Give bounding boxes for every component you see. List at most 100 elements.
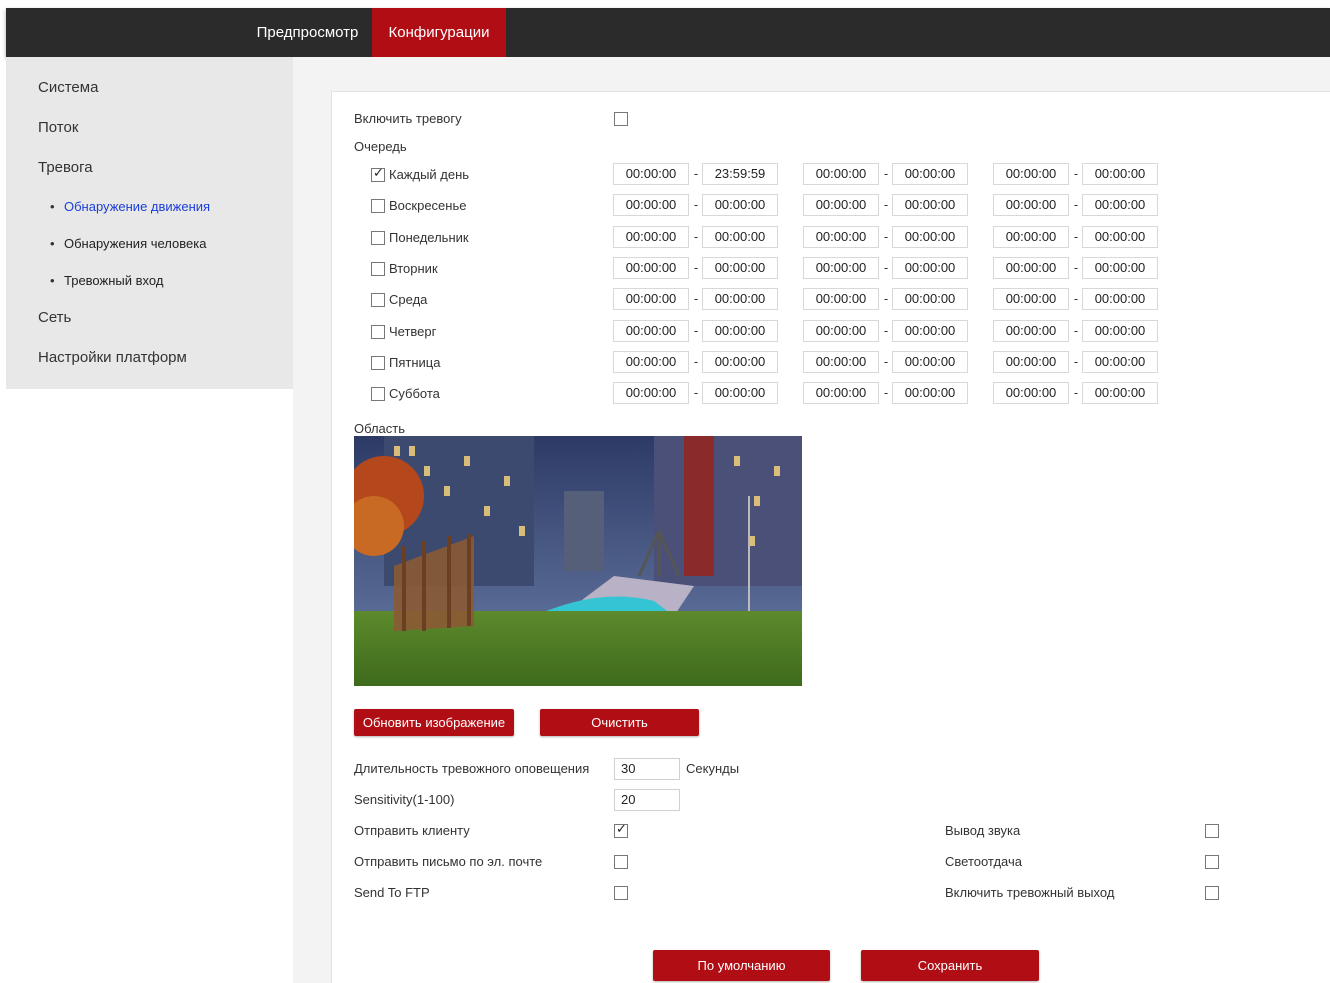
time-input[interactable]: 00:00:00 [702, 320, 778, 342]
alarm-duration-label: Длительность тревожного оповещения [354, 761, 590, 776]
time-input[interactable]: 00:00:00 [892, 194, 968, 216]
time-input[interactable]: 00:00:00 [613, 382, 689, 404]
enable-alarm-label: Включить тревогу [354, 111, 462, 126]
tab-configuration[interactable]: Конфигурации [372, 8, 506, 57]
sidebar-subitem-alarm-input[interactable]: • Тревожный вход [50, 273, 163, 288]
sidebar-subitem-motion-detection[interactable]: • Обнаружение движения [50, 199, 210, 214]
time-input[interactable]: 00:00:00 [892, 257, 968, 279]
time-input[interactable]: 00:00:00 [613, 163, 689, 185]
time-range-separator: - [1073, 291, 1079, 306]
time-input[interactable]: 00:00:00 [702, 194, 778, 216]
time-input[interactable]: 00:00:00 [1082, 226, 1158, 248]
time-input[interactable]: 00:00:00 [892, 382, 968, 404]
send-ftp-label: Send To FTP [354, 885, 430, 900]
time-range-separator: - [693, 229, 699, 244]
time-input[interactable]: 00:00:00 [702, 226, 778, 248]
time-input[interactable]: 00:00:00 [803, 257, 879, 279]
sensitivity-input[interactable]: 20 [614, 789, 680, 811]
time-input[interactable]: 00:00:00 [1082, 257, 1158, 279]
time-input[interactable]: 00:00:00 [803, 351, 879, 373]
time-input[interactable]: 00:00:00 [993, 257, 1069, 279]
detection-area-preview[interactable] [354, 436, 802, 686]
day-checkbox[interactable] [371, 387, 385, 401]
day-label: Среда [389, 292, 428, 307]
day-checkbox[interactable] [371, 262, 385, 276]
time-input[interactable]: 00:00:00 [803, 288, 879, 310]
tab-preview[interactable]: Предпросмотр [244, 8, 371, 57]
send-email-checkbox[interactable] [614, 855, 628, 869]
time-input[interactable]: 00:00:00 [702, 288, 778, 310]
time-input[interactable]: 00:00:00 [702, 351, 778, 373]
time-input[interactable]: 00:00:00 [613, 194, 689, 216]
time-input[interactable]: 00:00:00 [803, 320, 879, 342]
time-input[interactable]: 00:00:00 [892, 226, 968, 248]
default-button[interactable]: По умолчанию [653, 950, 830, 981]
time-input[interactable]: 23:59:59 [702, 163, 778, 185]
time-range-separator: - [693, 260, 699, 275]
day-checkbox[interactable] [371, 325, 385, 339]
time-input[interactable]: 00:00:00 [892, 288, 968, 310]
time-input[interactable]: 00:00:00 [993, 163, 1069, 185]
day-checkbox[interactable] [371, 199, 385, 213]
time-input[interactable]: 00:00:00 [892, 351, 968, 373]
send-ftp-checkbox[interactable] [614, 886, 628, 900]
time-range-separator: - [883, 166, 889, 181]
time-input[interactable]: 00:00:00 [993, 194, 1069, 216]
sidebar-subitem-label: Тревожный вход [64, 273, 164, 288]
send-to-client-checkbox[interactable] [614, 822, 628, 838]
sidebar-item-stream[interactable]: Поток [38, 119, 78, 136]
time-input[interactable]: 00:00:00 [993, 226, 1069, 248]
alarm-output-checkbox[interactable] [1205, 886, 1219, 900]
save-button[interactable]: Сохранить [861, 950, 1039, 981]
sidebar-subitem-human-detection[interactable]: • Обнаружения человека [50, 236, 206, 251]
sidebar-item-platform-settings[interactable]: Настройки платформ [38, 349, 187, 366]
alarm-duration-input[interactable]: 30 [614, 758, 680, 780]
day-checkbox[interactable] [371, 166, 385, 182]
time-input[interactable]: 00:00:00 [1082, 163, 1158, 185]
time-range-separator: - [1073, 323, 1079, 338]
enable-alarm-checkbox[interactable] [614, 112, 628, 126]
time-input[interactable]: 00:00:00 [702, 382, 778, 404]
time-input[interactable]: 00:00:00 [613, 226, 689, 248]
time-range-separator: - [1073, 260, 1079, 275]
day-label: Пятница [389, 355, 441, 370]
day-checkbox[interactable] [371, 231, 385, 245]
time-range-separator: - [1073, 229, 1079, 244]
time-input[interactable]: 00:00:00 [1082, 288, 1158, 310]
time-input[interactable]: 00:00:00 [803, 194, 879, 216]
time-input[interactable]: 00:00:00 [803, 382, 879, 404]
sound-output-checkbox[interactable] [1205, 824, 1219, 838]
time-input[interactable]: 00:00:00 [803, 226, 879, 248]
time-input[interactable]: 00:00:00 [1082, 320, 1158, 342]
sidebar-item-network[interactable]: Сеть [38, 309, 71, 326]
time-range-separator: - [883, 323, 889, 338]
time-input[interactable]: 00:00:00 [702, 257, 778, 279]
time-input[interactable]: 00:00:00 [993, 351, 1069, 373]
day-checkbox[interactable] [371, 293, 385, 307]
bullet-icon: • [50, 273, 55, 288]
time-input[interactable]: 00:00:00 [613, 257, 689, 279]
light-output-label: Светоотдача [945, 854, 1022, 869]
day-label: Вторник [389, 261, 438, 276]
clear-button[interactable]: Очистить [540, 709, 699, 736]
time-input[interactable]: 00:00:00 [613, 288, 689, 310]
time-range-separator: - [1073, 354, 1079, 369]
time-input[interactable]: 00:00:00 [1082, 351, 1158, 373]
time-input[interactable]: 00:00:00 [993, 320, 1069, 342]
refresh-image-button[interactable]: Обновить изображение [354, 709, 514, 736]
time-range-separator: - [693, 323, 699, 338]
time-input[interactable]: 00:00:00 [892, 163, 968, 185]
time-input[interactable]: 00:00:00 [1082, 194, 1158, 216]
time-input[interactable]: 00:00:00 [803, 163, 879, 185]
sidebar-item-alarm[interactable]: Тревога [38, 159, 93, 176]
time-input[interactable]: 00:00:00 [993, 288, 1069, 310]
light-output-checkbox[interactable] [1205, 855, 1219, 869]
time-input[interactable]: 00:00:00 [613, 320, 689, 342]
time-input[interactable]: 00:00:00 [613, 351, 689, 373]
time-input[interactable]: 00:00:00 [892, 320, 968, 342]
day-checkbox[interactable] [371, 356, 385, 370]
time-input[interactable]: 00:00:00 [1082, 382, 1158, 404]
time-input[interactable]: 00:00:00 [993, 382, 1069, 404]
sidebar-item-system[interactable]: Система [38, 79, 98, 96]
alarm-output-label: Включить тревожный выход [945, 885, 1115, 900]
